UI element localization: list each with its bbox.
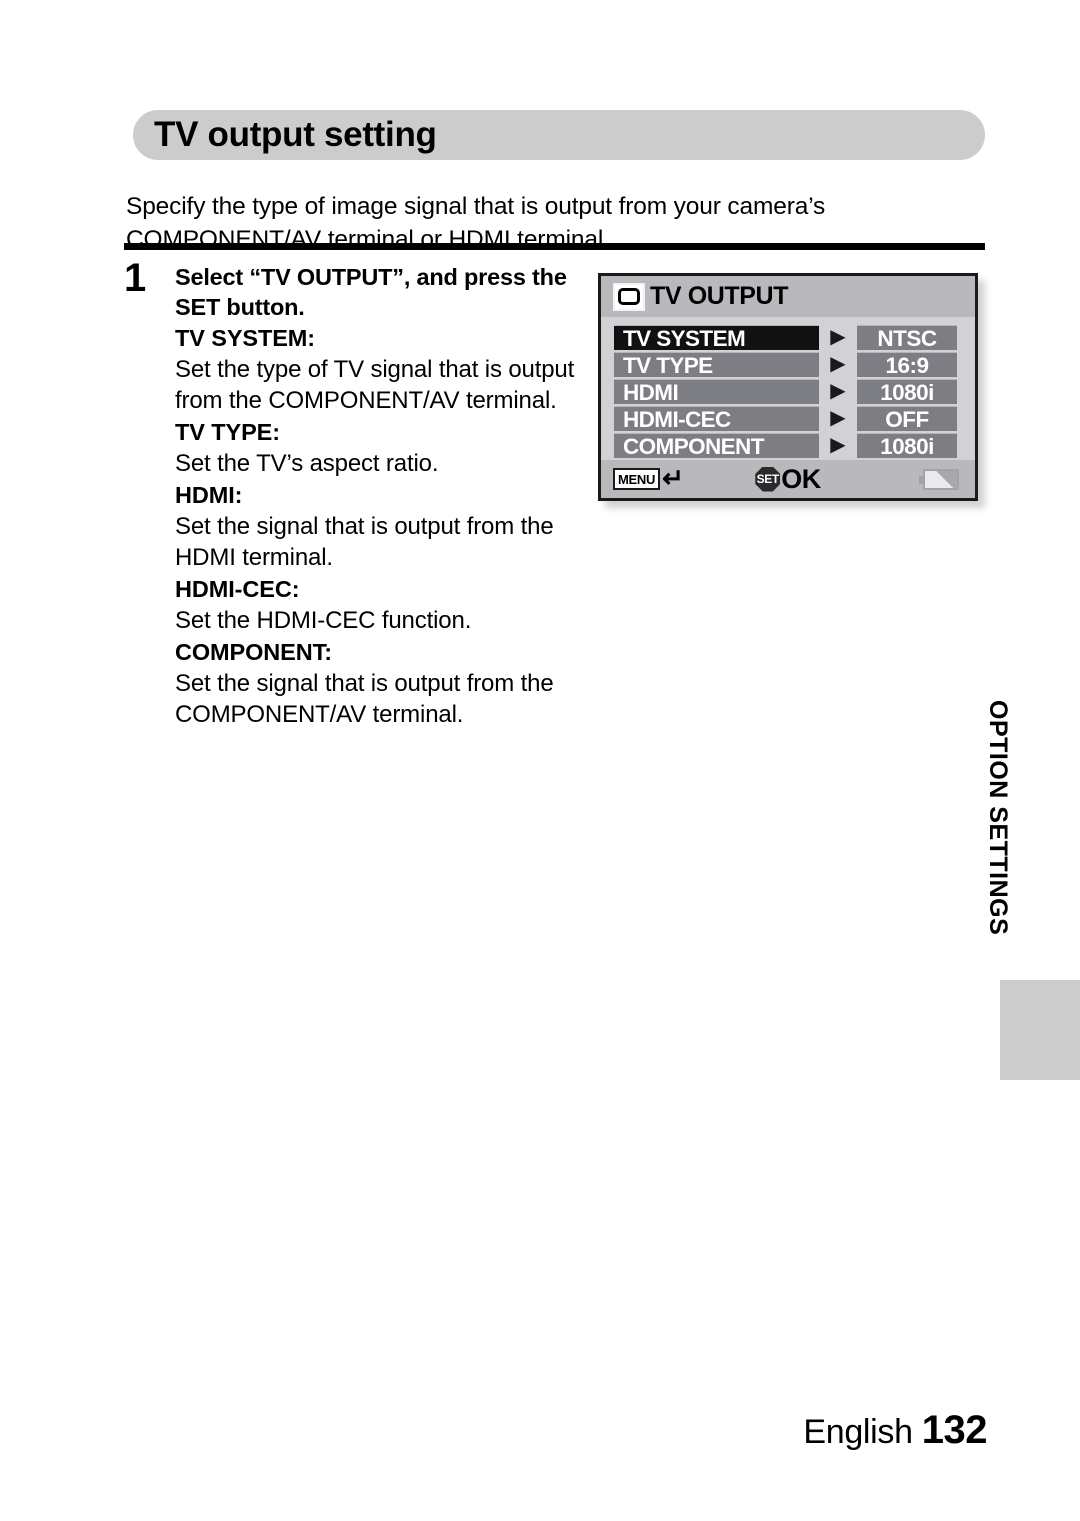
menu-button-hint[interactable]: MENU ↵ xyxy=(613,462,684,493)
desc-tv-type: Set the TV’s aspect ratio. xyxy=(175,450,439,477)
footer-language: English xyxy=(803,1413,913,1451)
menu-label-component: COMPONENT xyxy=(614,433,819,459)
page-footer: English 132 xyxy=(803,1408,987,1453)
menu-label-tv-system: TV SYSTEM xyxy=(614,325,819,351)
step-instruction: Select “TV OUTPUT”, and press the SET bu… xyxy=(175,264,567,320)
menu-value-tv-type: 16:9 xyxy=(857,352,957,378)
menu-row-tv-type[interactable]: TV TYPE ▶ 16:9 xyxy=(601,352,975,378)
desc-tv-system: Set the type of TV signal that is output… xyxy=(175,356,575,414)
chevron-right-icon: ▶ xyxy=(830,434,846,456)
term-hdmi: HDMI: xyxy=(175,482,243,508)
desc-component: Set the signal that is output from the C… xyxy=(175,670,554,728)
section-divider xyxy=(124,243,985,250)
side-tab-label: OPTION SETTINGS xyxy=(984,700,1012,936)
chevron-right-icon: ▶ xyxy=(830,380,846,402)
lcd-menu-list: TV SYSTEM ▶ NTSC TV TYPE ▶ 16:9 HDMI ▶ 1… xyxy=(601,317,975,460)
menu-label-hdmi: HDMI xyxy=(614,379,819,405)
term-component: COMPONENT: xyxy=(175,639,332,665)
battery-icon xyxy=(919,468,959,490)
lcd-frame: TV OUTPUT TV SYSTEM ▶ NTSC TV TYPE ▶ 16:… xyxy=(598,273,978,501)
step-body: Select “TV OUTPUT”, and press the SET bu… xyxy=(175,262,595,730)
desc-hdmi-cec: Set the HDMI-CEC function. xyxy=(175,607,472,634)
page-title-banner: TV output setting xyxy=(133,110,985,160)
page-title: TV output setting xyxy=(154,114,437,154)
menu-row-hdmi-cec[interactable]: HDMI-CEC ▶ OFF xyxy=(601,406,975,432)
menu-row-tv-system[interactable]: TV SYSTEM ▶ NTSC xyxy=(601,325,975,351)
menu-badge-label: MENU xyxy=(613,468,661,490)
menu-value-component: 1080i xyxy=(857,433,957,459)
menu-value-hdmi: 1080i xyxy=(857,379,957,405)
camera-lcd-screenshot: TV OUTPUT TV SYSTEM ▶ NTSC TV TYPE ▶ 16:… xyxy=(598,273,978,501)
set-button-icon: SET xyxy=(755,466,781,492)
menu-row-hdmi[interactable]: HDMI ▶ 1080i xyxy=(601,379,975,405)
menu-value-hdmi-cec: OFF xyxy=(857,406,957,432)
lcd-header-title: TV OUTPUT xyxy=(650,281,789,310)
menu-value-tv-system: NTSC xyxy=(857,325,957,351)
tv-monitor-icon xyxy=(613,282,645,311)
return-arrow-icon: ↵ xyxy=(662,462,684,493)
footer-page-number: 132 xyxy=(921,1408,988,1452)
side-tab-block xyxy=(1000,980,1080,1080)
desc-hdmi: Set the signal that is output from the H… xyxy=(175,513,554,571)
term-tv-system: TV SYSTEM: xyxy=(175,325,316,351)
chevron-right-icon: ▶ xyxy=(830,407,846,429)
ok-label: OK xyxy=(781,463,821,494)
menu-label-tv-type: TV TYPE xyxy=(614,352,819,378)
lcd-header: TV OUTPUT xyxy=(601,276,975,317)
menu-row-component[interactable]: COMPONENT ▶ 1080i xyxy=(601,433,975,459)
lcd-footer-bar: MENU ↵ SET OK xyxy=(601,460,975,498)
chevron-right-icon: ▶ xyxy=(830,326,846,348)
term-tv-type: TV TYPE: xyxy=(175,419,280,445)
term-hdmi-cec: HDMI-CEC: xyxy=(175,576,300,602)
chevron-right-icon: ▶ xyxy=(830,353,846,375)
menu-label-hdmi-cec: HDMI-CEC xyxy=(614,406,819,432)
step-number: 1 xyxy=(124,256,147,300)
